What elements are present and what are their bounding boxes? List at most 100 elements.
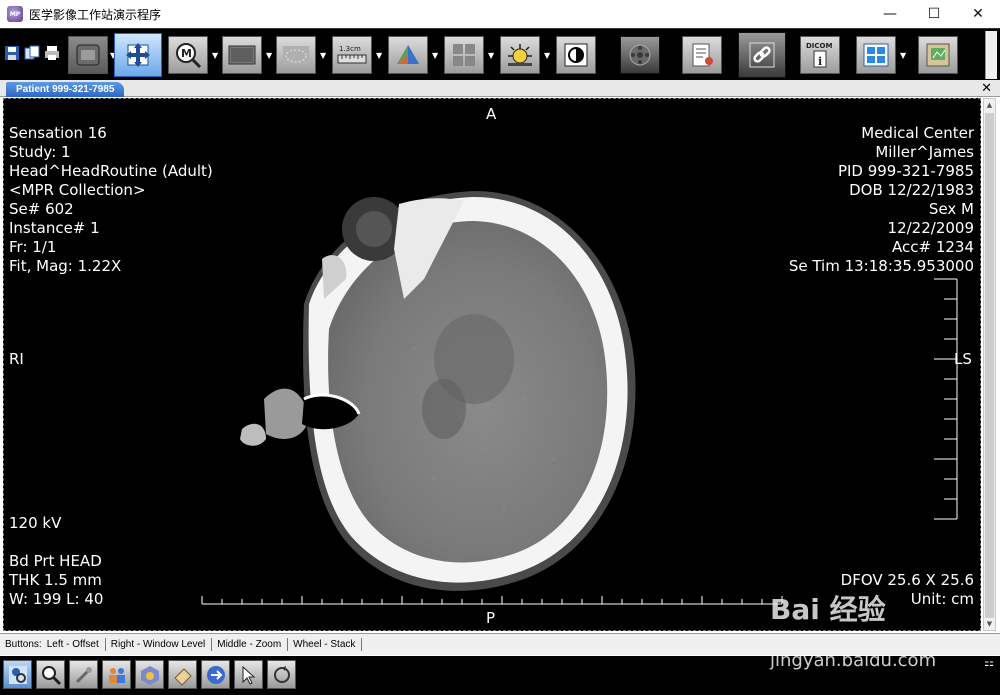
overlay-protocol: Head^HeadRoutine (Adult)	[9, 162, 213, 180]
orientation-top: A	[486, 105, 497, 123]
series-layout-icon	[863, 43, 889, 67]
zoom-search-button[interactable]	[36, 660, 65, 689]
viewer-scrollbar[interactable]: ▲ ▼	[983, 98, 996, 631]
tab-strip: Patient 999-321-7985 ✕	[0, 80, 1000, 97]
roi-icon	[283, 46, 309, 64]
app-icon: MP	[7, 6, 23, 22]
overlay-accession: Acc# 1234	[891, 238, 974, 256]
window-level-icon	[228, 45, 256, 65]
roi-button[interactable]	[276, 36, 316, 74]
save-icon[interactable]	[4, 45, 20, 61]
minimize-button[interactable]: —	[868, 0, 912, 28]
ruler-icon: 1.3cm	[337, 45, 367, 64]
layout-button[interactable]	[68, 36, 108, 74]
brightness-button[interactable]	[500, 36, 540, 74]
overlay-series: Se# 602	[9, 200, 74, 218]
overlay-collection: <MPR Collection>	[9, 181, 146, 199]
overlay-frame: Fr: 1/1	[9, 238, 57, 256]
overlay-dob: DOB 12/22/1983	[849, 181, 974, 199]
pointer-icon	[242, 665, 255, 685]
window-titlebar: MP 医学影像工作站演示程序 — ☐ ✕	[0, 0, 1000, 28]
series-layout-button[interactable]	[856, 36, 896, 74]
link-icon	[749, 42, 775, 68]
settings-cube-icon	[140, 665, 159, 685]
overlay-series-time: Se Tim 13:18:35.953000	[788, 257, 974, 275]
overlay-sex: Sex M	[928, 200, 974, 218]
close-tab-icon[interactable]: ✕	[981, 80, 992, 96]
orientation-right: LS	[954, 350, 972, 368]
export-icon	[926, 43, 950, 67]
status-left: Left - Offset	[46, 639, 99, 650]
eraser-icon	[173, 667, 192, 686]
next-arrow-button[interactable]	[201, 660, 230, 689]
overlay-top-right: Medical Center Miller^James PID 999-321-…	[789, 124, 974, 276]
layout-icon	[76, 44, 100, 66]
overlay-device: Sensation 16	[9, 124, 107, 142]
next-arrow-icon	[206, 665, 225, 684]
orientation-bottom: P	[486, 609, 496, 627]
overlay-institution: Medical Center	[861, 124, 974, 142]
status-right: Right - Window Level	[110, 639, 206, 650]
window-title: 医学影像工作站演示程序	[29, 7, 162, 22]
baidu-watermark-logo: Bai 经验	[770, 593, 886, 626]
overlay-bottom-left: Bd Prt HEAD THK 1.5 mm W: 199 L: 40	[9, 552, 103, 609]
report-button[interactable]	[682, 36, 722, 74]
image-viewport[interactable]: A P RI LS Sensation 16 Study: 1 Head^Hea…	[3, 98, 981, 631]
settings-cube-button[interactable]	[135, 660, 164, 689]
grid-icon	[453, 44, 475, 66]
overlay-top-left: Sensation 16 Study: 1 Head^HeadRoutine (…	[9, 124, 213, 276]
status-wheel: Wheel - Stack	[293, 639, 356, 650]
export-button[interactable]	[918, 36, 958, 74]
pan-icon	[126, 43, 150, 67]
main-toolbar: ▼ M ▼ ▼ ▼ 1.3cm ▼ ▼ ▼ ▼ DICOMi	[0, 28, 1000, 80]
overlay-kv: 120 kV	[9, 514, 62, 532]
magnify-button[interactable]: M	[168, 36, 208, 74]
users-button[interactable]	[102, 660, 131, 689]
dicom-info-button[interactable]: DICOM i	[800, 36, 840, 74]
overlay-study: Study: 1	[9, 143, 71, 161]
patient-search-button[interactable]	[3, 660, 32, 689]
svg-text:M: M	[181, 47, 192, 60]
report-icon	[692, 43, 713, 67]
window-level-button[interactable]	[222, 36, 262, 74]
maximize-button[interactable]: ☐	[912, 0, 956, 28]
brightness-icon	[508, 44, 532, 66]
print-icon[interactable]	[44, 45, 60, 61]
pointer-button[interactable]	[234, 660, 263, 689]
overlay-patient-id: PID 999-321-7985	[837, 162, 974, 180]
overlay-body-part: Bd Prt HEAD	[9, 552, 102, 570]
magnify-icon: M	[176, 43, 202, 69]
tab-patient[interactable]: Patient 999-321-7985	[6, 82, 125, 97]
eraser-button[interactable]	[168, 660, 197, 689]
scroll-down-icon[interactable]: ▼	[984, 618, 995, 630]
invert-icon	[564, 43, 588, 67]
dicom-info-icon: DICOM i	[806, 42, 833, 68]
overlay-thickness: THK 1.5 mm	[9, 571, 102, 589]
tools-button[interactable]	[69, 660, 98, 689]
status-divider	[104, 638, 106, 651]
close-button[interactable]: ✕	[956, 0, 1000, 28]
link-button[interactable]	[738, 32, 786, 78]
grid-button[interactable]	[444, 36, 484, 74]
invert-button[interactable]	[556, 36, 596, 74]
scrollbar-thumb[interactable]	[985, 113, 994, 618]
overlay-magnification: Fit, Mag: 1.22X	[9, 257, 122, 275]
overlay-patient-name: Miller^James	[875, 143, 974, 161]
film-icon	[629, 44, 651, 66]
refresh-button[interactable]	[267, 660, 296, 689]
copy-icon[interactable]	[24, 45, 40, 61]
toolbar-scrollbar[interactable]	[985, 31, 997, 79]
film-button[interactable]	[620, 36, 660, 74]
overlay-study-date: 12/22/2009	[887, 219, 974, 237]
ruler-button[interactable]: 1.3cm	[332, 36, 372, 74]
status-middle: Middle - Zoom	[217, 639, 282, 650]
patient-search-icon	[8, 665, 27, 684]
3d-button[interactable]	[388, 36, 428, 74]
zoom-search-icon	[41, 665, 61, 685]
pan-button[interactable]	[114, 33, 162, 77]
overlay-instance: Instance# 1	[9, 219, 100, 237]
tools-icon	[75, 666, 92, 683]
scroll-up-icon[interactable]: ▲	[984, 99, 995, 111]
pin-icon[interactable]: ⚏	[984, 656, 994, 669]
svg-text:i: i	[818, 55, 822, 68]
